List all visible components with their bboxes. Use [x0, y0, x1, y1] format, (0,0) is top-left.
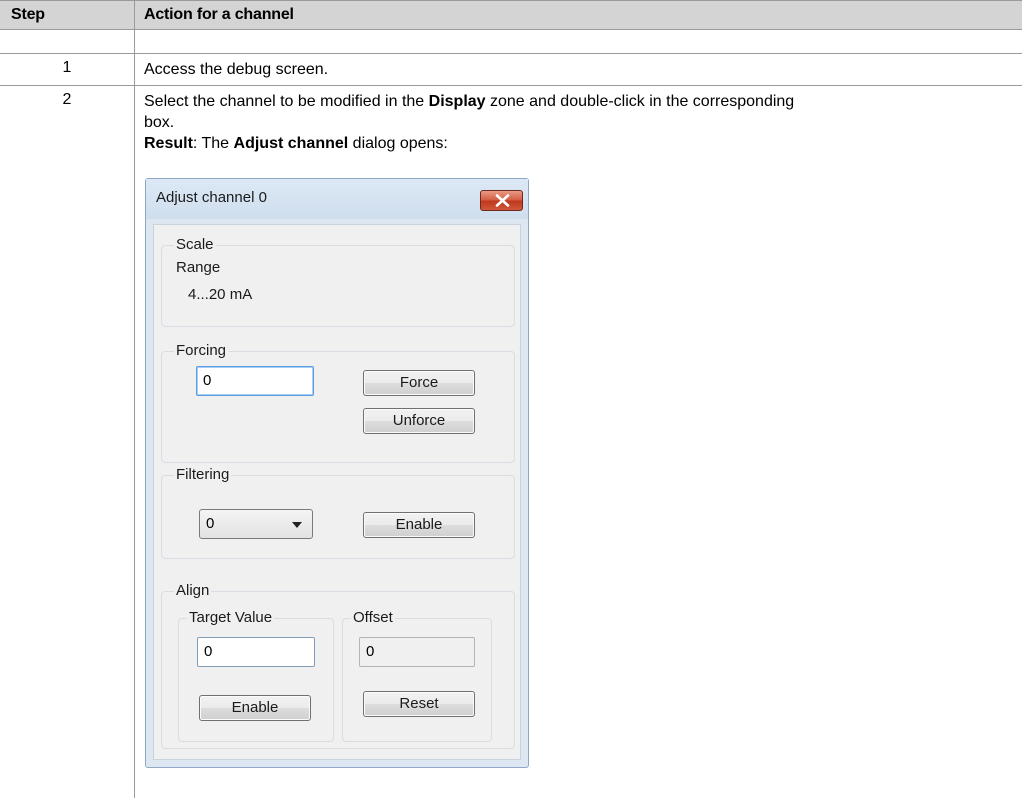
row-divider — [0, 85, 1022, 86]
table-row-step: 2 — [62, 91, 72, 108]
unforce-button[interactable]: Unforce — [363, 408, 475, 434]
table-row-action: Access the debug screen. — [144, 61, 329, 78]
filtering-enable-button[interactable]: Enable — [363, 512, 475, 538]
result-text: dialog opens: — [348, 135, 448, 152]
table-row-step: 1 — [62, 59, 72, 76]
dialog-title: Adjust channel 0 — [156, 189, 267, 206]
offset-label: Offset — [351, 609, 395, 627]
filtering-group-label: Filtering — [174, 466, 232, 484]
adjust-channel-dialog: Adjust channel 0 Scale Range 4...20 mA F… — [145, 178, 529, 768]
dialog-body: Scale Range 4...20 mA Forcing 0 Force Un… — [153, 224, 521, 760]
reset-button[interactable]: Reset — [363, 691, 475, 717]
target-value-input[interactable]: 0 — [197, 637, 315, 667]
column-divider — [134, 0, 135, 798]
range-value: 4...20 mA — [188, 286, 253, 303]
close-icon — [495, 194, 510, 207]
filtering-select[interactable]: 0 — [199, 509, 313, 539]
offset-value-field: 0 — [359, 637, 475, 667]
row-divider — [0, 53, 1022, 54]
forcing-group-label: Forcing — [174, 342, 229, 360]
target-value-label: Target Value — [187, 609, 275, 627]
table-row-action: Select the channel to be modified in the… — [144, 91, 1004, 154]
header-step: Step — [11, 6, 45, 23]
force-button[interactable]: Force — [363, 370, 475, 396]
adjust-channel-term: Adjust channel — [233, 135, 349, 152]
range-label: Range — [176, 259, 221, 276]
align-group-label: Align — [174, 582, 212, 600]
result-text: : The — [192, 135, 234, 152]
filtering-selected-value: 0 — [206, 515, 215, 532]
forcing-value-input[interactable]: 0 — [196, 366, 314, 396]
dialog-titlebar: Adjust channel 0 — [146, 179, 528, 219]
table-header: Step Action for a channel — [0, 0, 1022, 30]
chevron-down-icon — [292, 522, 302, 528]
instruction-text: zone and double-click in the correspondi… — [485, 93, 795, 110]
instruction-text: Select the channel to be modified in the — [144, 93, 429, 110]
close-button[interactable] — [480, 190, 523, 211]
header-action: Action for a channel — [144, 6, 294, 23]
result-term: Result — [144, 135, 193, 152]
scale-group-label: Scale — [174, 236, 216, 254]
instruction-text: box. — [144, 114, 175, 131]
align-enable-button[interactable]: Enable — [199, 695, 311, 721]
display-term: Display — [428, 93, 486, 110]
